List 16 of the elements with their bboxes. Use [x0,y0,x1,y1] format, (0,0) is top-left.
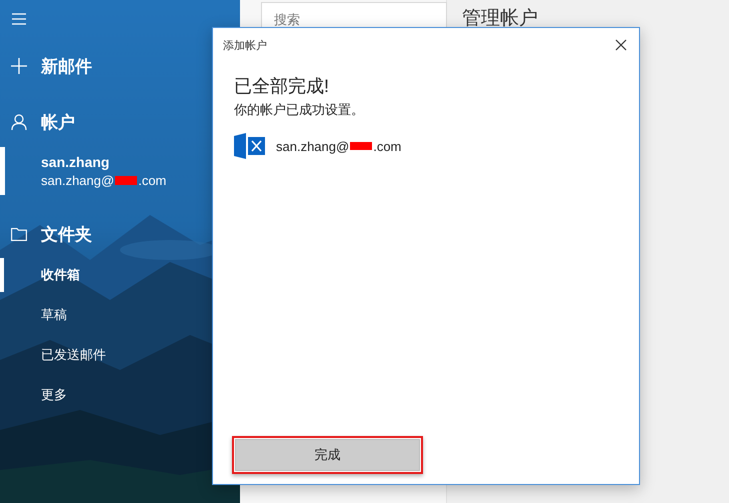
folder-icon [11,226,27,242]
person-icon [11,114,27,130]
done-button[interactable]: 完成 [235,439,420,471]
exchange-icon [234,133,266,159]
close-icon[interactable] [615,39,627,51]
dialog-title: 添加帐户 [223,38,267,52]
redaction-mark [115,176,138,185]
redaction-mark [350,142,372,150]
dialog-message: 你的帐户已成功设置。 [234,101,365,119]
folders-heading: 文件夹 [41,224,92,246]
account-email: san.zhang@ .com [276,138,402,154]
menu-icon[interactable] [12,13,26,25]
accounts-heading: 帐户 [41,112,75,134]
page-title: 管理帐户 [462,7,539,31]
plus-icon [11,58,27,74]
dialog-heading: 已全部完成! [234,75,330,98]
